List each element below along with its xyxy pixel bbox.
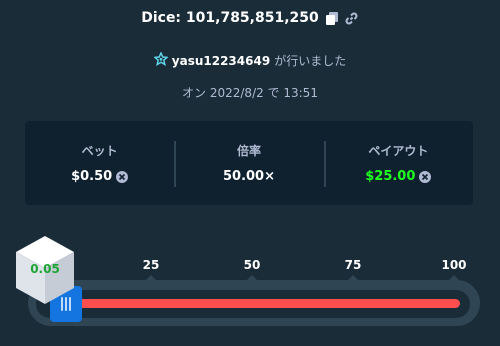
bet-amount: $0.50 <box>71 169 129 184</box>
payout-value: $25.00 <box>365 169 416 184</box>
multiplier-stat: 倍率 50.00× <box>174 121 323 205</box>
payout-amount: $25.00 <box>365 169 432 184</box>
link-icon[interactable] <box>345 11 359 25</box>
bet-stat: ベット $0.50 <box>25 121 174 205</box>
tick-label: 75 <box>344 258 362 272</box>
bet-title: Dice: 101,785,851,250 <box>141 10 319 26</box>
result-dice: 0.05 <box>14 234 76 306</box>
tick-label: 50 <box>243 258 261 272</box>
bet-value: $0.50 <box>71 169 113 184</box>
bet-label: ベット <box>81 144 118 158</box>
vip-star-icon <box>152 51 169 69</box>
player-action-text: が行いました <box>274 54 347 68</box>
tick-label: 100 <box>441 258 467 272</box>
tick-label: 25 <box>142 258 160 272</box>
slider-lose-range <box>58 299 460 308</box>
result-value: 0.05 <box>30 262 60 276</box>
multiplier-value: 50.00× <box>222 169 275 184</box>
bet-stats-panel: ベット $0.50 倍率 50.00× ペイアウト $25.00 <box>25 121 473 205</box>
player-line: yasu12234649 が行いました <box>0 51 500 69</box>
bet-datetime: オン 2022/8/2 で 13:51 <box>182 86 318 100</box>
bet-title-row: Dice: 101,785,851,250 <box>0 10 500 26</box>
currency-coin-icon <box>419 170 432 183</box>
payout-stat: ペイアウト $25.00 <box>323 121 473 205</box>
payout-label: ペイアウト <box>368 144 429 158</box>
multiplier-label: 倍率 <box>236 144 261 158</box>
currency-coin-icon <box>116 170 129 183</box>
copy-icon[interactable] <box>325 11 339 25</box>
player-username[interactable]: yasu12234649 <box>172 54 270 68</box>
